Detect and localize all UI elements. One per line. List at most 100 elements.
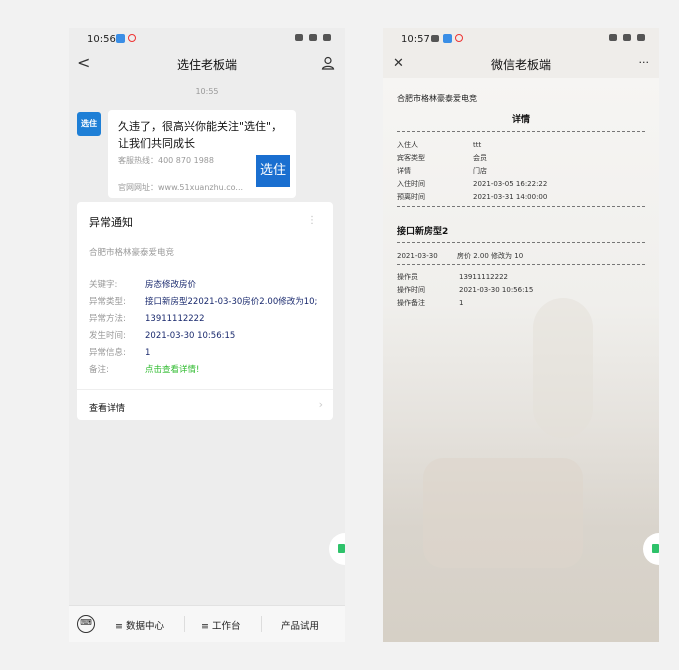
alarm-icon <box>608 34 617 41</box>
op-value: 1 <box>459 299 464 307</box>
card-divider <box>77 389 333 390</box>
document-icon <box>652 544 659 553</box>
image-icon <box>431 35 439 42</box>
op-row-time: 操作时间 2021-03-30 10:56:15 <box>397 285 533 295</box>
field-occurred-time: 发生时间: 2021-03-30 10:56:15 <box>89 329 235 341</box>
welcome-text: 久违了，很高兴你能关注"选住"，让我们共同成长 <box>118 120 283 150</box>
webview-navbar: ✕ 微信老板端 ··· <box>383 50 659 78</box>
status-time: 10:56 <box>87 34 116 45</box>
status-bar: 10:56 <box>69 28 345 50</box>
document-icon <box>338 544 345 553</box>
detail-heading: 详情 <box>511 115 530 125</box>
detail-value: 2021-03-05 16:22:22 <box>473 180 548 188</box>
card-hotel-name: 合肥市格林豪泰爱电竞 <box>89 248 175 258</box>
field-exception-info: 异常信息: 1 <box>89 346 150 358</box>
status-time: 10:57 <box>401 34 430 45</box>
field-label: 发生时间: <box>89 331 126 341</box>
field-exception-method: 异常方法: 13911112222 <box>89 312 205 324</box>
chevron-right-icon: › <box>318 398 323 411</box>
keyboard-toggle-button[interactable]: ⌨ <box>77 615 95 633</box>
detail-key: 预离时间 <box>397 193 425 201</box>
field-value: 2021-03-30 10:56:15 <box>145 331 236 341</box>
menu-separator <box>261 616 262 632</box>
menu-item-data-center[interactable]: ≡ 数据中心 <box>115 618 164 632</box>
dnd-icon <box>455 34 463 42</box>
more-menu-button[interactable]: ··· <box>639 56 650 69</box>
hotline-text: 客服热线：400 870 1988 <box>118 156 214 165</box>
detail-row-guest: 入住人 ttt <box>397 140 481 150</box>
more-options-icon[interactable]: ⋮ <box>307 215 317 226</box>
chat-navbar: < 选住老板端 <box>69 50 345 78</box>
notification-icon <box>116 34 125 43</box>
detail-value: 2021-03-31 14:00:00 <box>473 193 548 201</box>
person-icon <box>321 56 335 70</box>
op-key: 操作时间 <box>397 286 425 294</box>
detail-row-checkout: 预离时间 2021-03-31 14:00:00 <box>397 192 547 202</box>
hotel-name: 合肥市格林豪泰爱电竞 <box>397 94 477 103</box>
detail-value: 门店 <box>473 167 487 175</box>
detail-document: 合肥市格林豪泰爱电竞 详情 入住人 ttt 宾客类型 会员 详情 门店 入住时间 202… <box>383 78 659 642</box>
room-type-heading: 接口新房型2 <box>397 227 449 237</box>
dashed-divider <box>397 242 645 243</box>
field-exception-type: 异常类型: 接口新房型22021-03-30房价2.00修改为10; <box>89 295 317 307</box>
field-label: 备注: <box>89 365 109 375</box>
official-account-avatar[interactable]: 选住 <box>77 112 101 136</box>
detail-row-details: 详情 门店 <box>397 166 487 176</box>
official-account-menu: ⌨ ≡ 数据中心 ≡ 工作台 产品试用 <box>69 605 345 642</box>
profile-button[interactable] <box>321 55 335 74</box>
view-details-button[interactable]: 查看详情 <box>89 401 125 414</box>
dashed-divider <box>397 264 645 265</box>
field-remark: 备注: 点击查看详情! <box>89 363 199 375</box>
op-row-remark: 操作备注 1 <box>397 298 463 308</box>
brand-logo: 选住 <box>256 155 290 187</box>
op-row-operator: 操作员 13911112222 <box>397 272 508 282</box>
webview-title: 微信老板端 <box>490 58 551 72</box>
welcome-message-bubble[interactable]: 久违了，很高兴你能关注"选住"，让我们共同成长 客服热线：400 870 198… <box>108 110 296 198</box>
alarm-icon <box>294 34 303 41</box>
op-key: 操作备注 <box>397 299 425 307</box>
field-label: 异常方法: <box>89 314 126 324</box>
detail-key: 详情 <box>397 167 411 175</box>
detail-key: 入住时间 <box>397 180 425 188</box>
op-key: 操作员 <box>397 273 418 281</box>
background-lamp-image <box>533 298 593 438</box>
signal-icon <box>308 34 317 41</box>
message-timestamp: 10:55 <box>195 87 219 96</box>
exception-notice-card[interactable]: 异常通知 ⋮ 合肥市格林豪泰爱电竞 关键字: 房态修改房价 异常类型: 接口新房型2… <box>77 202 333 420</box>
floating-document-button[interactable] <box>329 533 345 565</box>
signal-battery-icons <box>292 34 331 42</box>
chat-title: 选住老板端 <box>176 58 237 72</box>
field-label: 关键字: <box>89 280 118 290</box>
card-title: 异常通知 <box>89 216 133 229</box>
wechat-webview-screen: 10:57 ✕ 微信老板端 ··· 合肥市格林豪泰爱电竞 详情 入住人 ttt 宾… <box>383 28 659 642</box>
menu-separator <box>184 616 185 632</box>
battery-icon <box>637 34 645 41</box>
dnd-icon <box>128 34 136 42</box>
dashed-divider <box>397 206 645 207</box>
signal-icon <box>622 34 631 41</box>
field-label: 异常信息: <box>89 348 126 358</box>
detail-key: 宾客类型 <box>397 154 425 162</box>
detail-key: 入住人 <box>397 141 418 149</box>
status-bar: 10:57 <box>383 28 659 50</box>
field-value: 1 <box>145 348 151 358</box>
change-text: 房价 2.00 修改为 10 <box>457 252 524 260</box>
wechat-chat-screen: 10:56 < 选住老板端 10:55 选住 久违了，很高兴你能关注"选住"，让… <box>69 28 345 642</box>
field-value: 房态修改房价 <box>145 280 197 290</box>
change-date: 2021-03-30 <box>397 252 438 260</box>
op-value: 2021-03-30 10:56:15 <box>459 286 534 294</box>
signal-battery-icons <box>606 34 645 42</box>
detail-row-guest-type: 宾客类型 会员 <box>397 153 487 163</box>
field-label: 异常类型: <box>89 297 126 307</box>
detail-row-checkin: 入住时间 2021-03-05 16:22:22 <box>397 179 547 189</box>
price-change-row: 2021-03-30 房价 2.00 修改为 10 <box>397 251 523 261</box>
view-details-link[interactable]: 点击查看详情! <box>145 365 199 375</box>
menu-item-workbench[interactable]: ≡ 工作台 <box>201 618 240 632</box>
detail-value: 会员 <box>473 154 487 162</box>
menu-item-product-trial[interactable]: 产品试用 <box>281 618 319 632</box>
background-sofa-image <box>423 458 583 568</box>
notification-icon <box>443 34 452 43</box>
dashed-divider <box>397 131 645 132</box>
op-value: 13911112222 <box>459 273 508 281</box>
field-keyword: 关键字: 房态修改房价 <box>89 278 196 290</box>
